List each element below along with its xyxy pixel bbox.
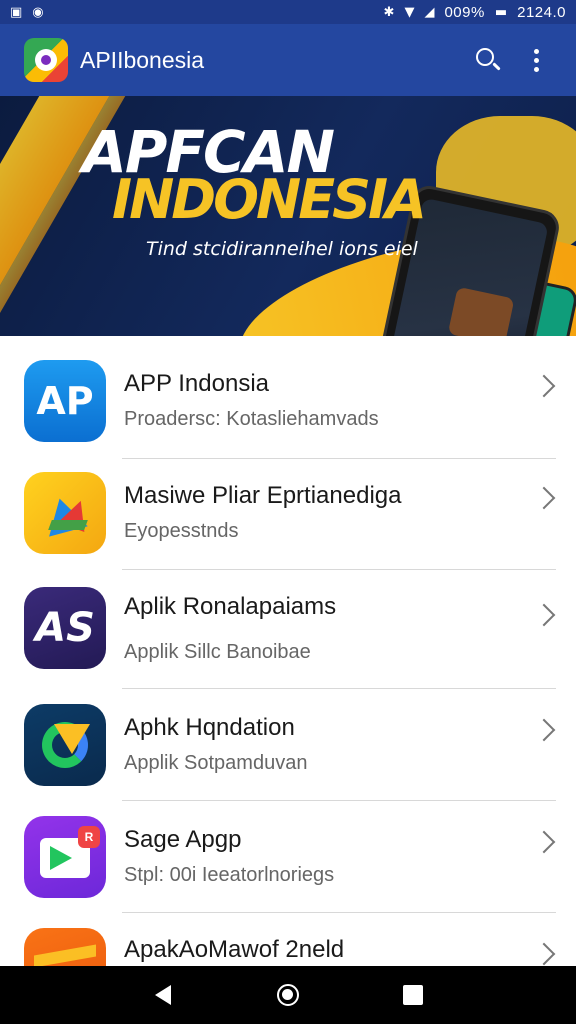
status-right: ✱ ▼ ◢ 009% ▬ 2124.0: [384, 4, 566, 21]
home-button[interactable]: [264, 971, 312, 1019]
status-left: ▣ ◉: [10, 6, 44, 19]
as-icon: AS: [24, 587, 106, 669]
app-subtitle: Stpl: 00i Ieeatorlnoriegs: [124, 864, 335, 886]
chevron-right-icon: [532, 718, 556, 742]
battery-percent: 009%: [444, 3, 485, 21]
chevron-right-icon: [532, 486, 556, 510]
search-button[interactable]: [464, 36, 512, 84]
app-name: Sage Apgp: [124, 826, 242, 853]
chevron-right-icon: [532, 374, 556, 398]
status-bar: ▣ ◉ ✱ ▼ ◢ 009% ▬ 2124.0: [0, 0, 576, 24]
list-item[interactable]: AP APP Indonsia Proadersc: Kotasliehamva…: [0, 336, 576, 459]
chevron-right-icon: [532, 942, 556, 966]
list-item[interactable]: AS Aplik Ronalapaiams Applik Sillc Banoi…: [0, 569, 576, 689]
app-icon: ◉: [32, 4, 44, 20]
more-vert-icon: [533, 48, 539, 72]
app-name: APP Indonsia: [124, 370, 269, 397]
clock: 2124.0: [517, 3, 566, 21]
app-list: AP APP Indonsia Proadersc: Kotasliehamva…: [0, 336, 576, 966]
list-item[interactable]: Aphk Hqndation Applik Sotpamduvan: [0, 688, 576, 801]
app-logo: [24, 38, 68, 82]
back-button[interactable]: [139, 971, 187, 1019]
orange-icon: [24, 928, 106, 966]
app-bar: APIIbonesia: [0, 24, 576, 96]
banner-headline: INDONESIA: [112, 168, 427, 231]
recents-icon: [403, 985, 424, 1005]
wifi-icon: ▼: [404, 4, 415, 20]
battery-icon: ▬: [494, 4, 508, 20]
share-icon: R: [24, 816, 106, 898]
list-item[interactable]: Masiwe Pliar Eprtianediga Eyopesstnds: [0, 448, 576, 570]
app-subtitle: Applik Sotpamduvan: [124, 752, 308, 774]
app-name: Aplik Ronalapaiams: [124, 593, 337, 620]
app-name: Aphk Hqndation: [124, 714, 295, 741]
navigation-bar: [0, 966, 576, 1024]
app-name: Masiwe Pliar Eprtianediga: [124, 482, 402, 509]
app-subtitle: Eyopesstnds: [124, 520, 239, 542]
back-icon: [154, 985, 171, 1005]
app-name: ApakAoMawof 2neld: [124, 936, 345, 963]
home-icon: [276, 984, 299, 1006]
notification-icon: ▣: [10, 4, 23, 20]
app-subtitle: Applik Sillc Banoibae: [124, 641, 311, 663]
list-item[interactable]: ApakAoMawof 2neld: [0, 912, 576, 966]
drive-icon: [24, 472, 106, 554]
search-icon: [475, 47, 501, 73]
app-title: APIIbonesia: [80, 46, 205, 73]
signal-icon: ◢: [424, 4, 435, 20]
ap-icon: AP: [24, 360, 106, 442]
list-item[interactable]: R Sage Apgp Stpl: 00i Ieeatorlnoriegs: [0, 800, 576, 913]
recents-button[interactable]: [389, 971, 437, 1019]
chevron-right-icon: [532, 603, 556, 627]
chevron-right-icon: [532, 830, 556, 854]
banner-tagline: Tind stcidiranneihel ions eiel: [146, 238, 418, 260]
app-subtitle: Proadersc: Kotasliehamvads: [124, 408, 379, 430]
bluetooth-icon: ✱: [383, 4, 395, 20]
more-options-button[interactable]: [512, 36, 560, 84]
ring-icon: [24, 704, 106, 786]
